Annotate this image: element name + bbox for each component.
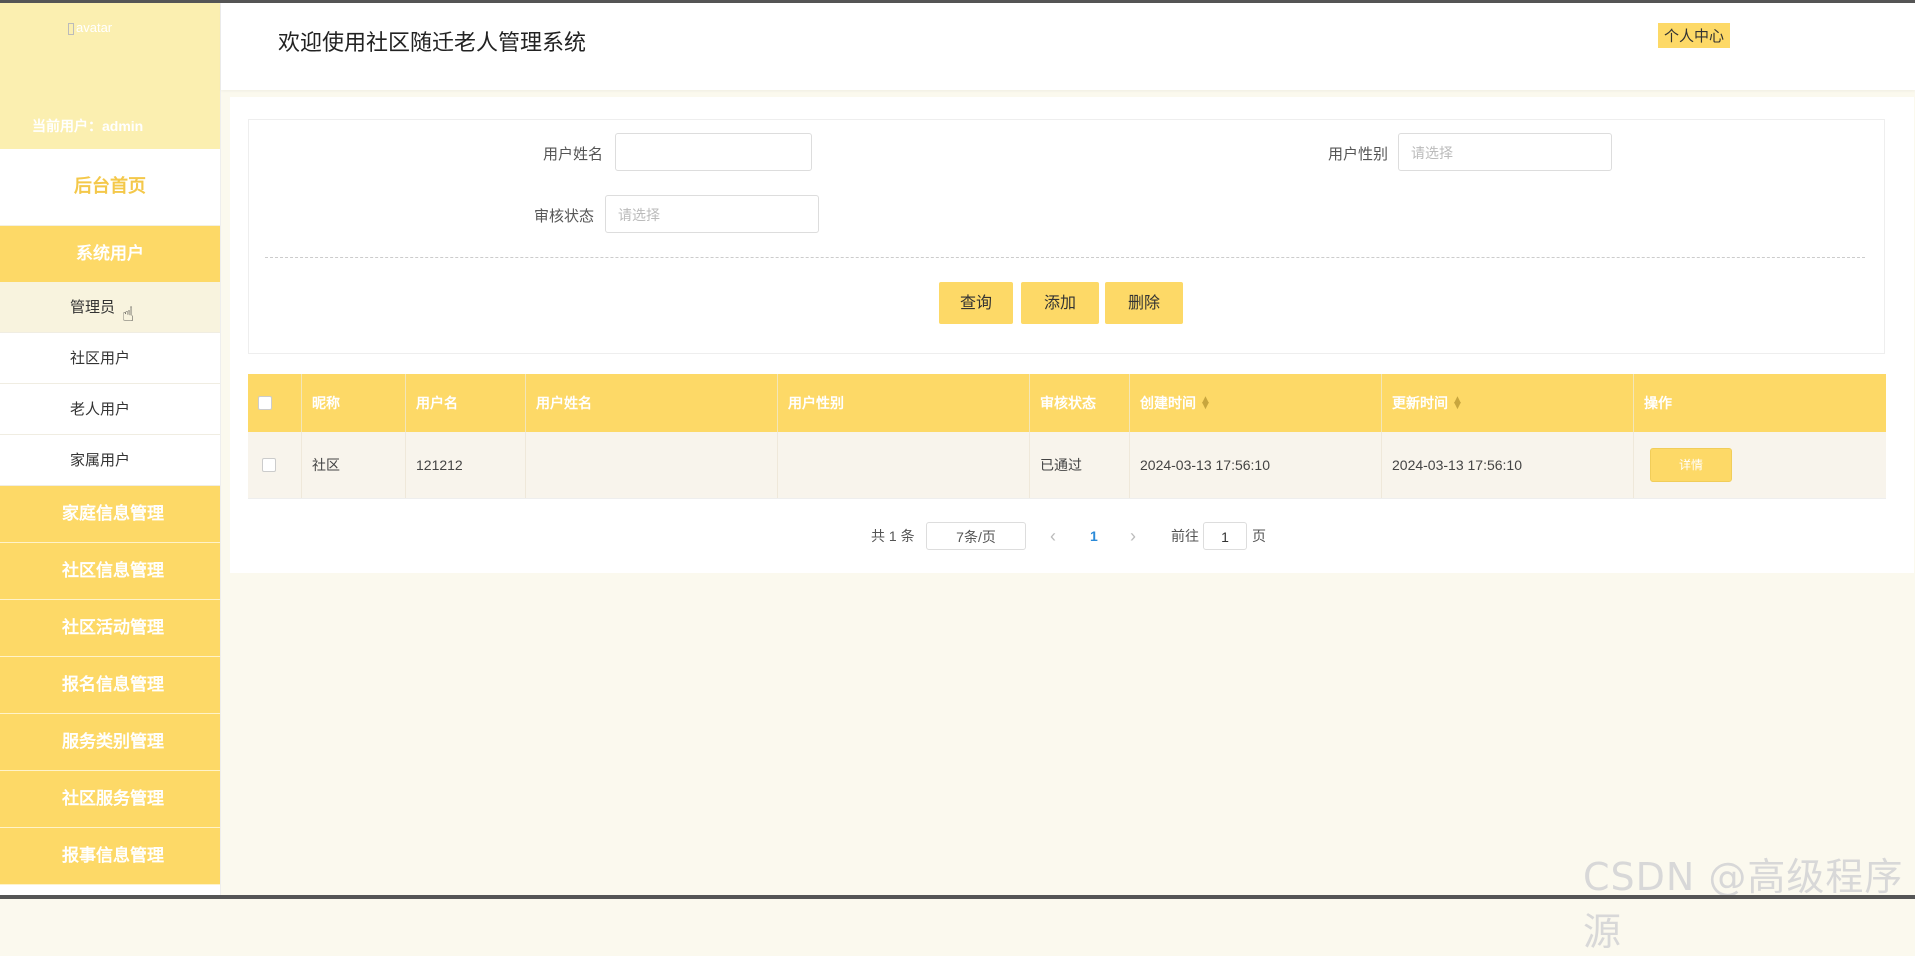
sidebar-item-registration-info[interactable]: 报名信息管理: [0, 657, 220, 714]
pagination: 共 1 条 7条/页 ‹ 1 › 前往 1 页: [230, 522, 1914, 552]
cell-gender: [778, 432, 1030, 498]
goto-page-input[interactable]: 1: [1203, 522, 1247, 550]
total-count: 共 1 条: [871, 528, 915, 544]
watermark: CSDN @高级程序源: [1583, 855, 1904, 954]
add-button[interactable]: 添加: [1021, 282, 1099, 324]
header-updated[interactable]: 更新时间 ▲ ▼: [1382, 374, 1634, 432]
sidebar-item-community-activities[interactable]: 社区活动管理: [0, 600, 220, 657]
window-bottom-border: [0, 895, 1915, 899]
sidebar-header: avatar 当前用户：admin: [0, 3, 220, 149]
header-action: 操作: [1644, 396, 1672, 412]
sidebar-subitem-family-users[interactable]: 家属用户: [0, 435, 220, 486]
cell-nickname: 社区: [302, 432, 406, 498]
sort-icon[interactable]: ▲ ▼: [1454, 396, 1461, 411]
cell-action: 详情: [1634, 432, 1886, 498]
table-header: 昵称 用户名 用户姓名 用户性别 审核状态 创建时间 ▲ ▼ 更新时间 ▲ ▼ 操作: [248, 374, 1886, 432]
header-created-label: 创建时间: [1140, 396, 1196, 412]
broken-image-icon: [68, 22, 74, 35]
status-select[interactable]: 请选择: [605, 195, 819, 233]
user-center-button[interactable]: 个人中心: [1658, 23, 1731, 48]
avatar-alt-text: avatar: [76, 20, 113, 35]
users-table: 昵称 用户名 用户姓名 用户性别 审核状态 创建时间 ▲ ▼ 更新时间 ▲ ▼ 操作 社…: [248, 374, 1886, 499]
sidebar-subitem-community-users[interactable]: 社区用户: [0, 333, 220, 384]
header-status[interactable]: 审核状态: [1030, 374, 1130, 432]
cell-username: 121212: [406, 432, 526, 498]
sidebar-item-family-info[interactable]: 家庭信息管理: [0, 486, 220, 543]
sidebar-subitem-elderly-users[interactable]: 老人用户: [0, 384, 220, 435]
sidebar-subitem-admin[interactable]: 管理员: [0, 282, 220, 333]
row-select-cell: [248, 432, 302, 498]
prev-page-icon[interactable]: ‹: [1050, 522, 1056, 550]
select-all-cell: [248, 374, 302, 432]
header-username[interactable]: 用户名: [406, 374, 526, 432]
sidebar-item-community-info[interactable]: 社区信息管理: [0, 543, 220, 600]
table-row: 社区 121212 已通过 2024-03-13 17:56:10 2024-0…: [248, 432, 1886, 499]
header-realname[interactable]: 用户姓名: [526, 374, 778, 432]
avatar: avatar: [68, 20, 112, 35]
name-label: 用户姓名: [543, 145, 604, 163]
hand-cursor-icon: ☝: [122, 302, 135, 326]
cell-status: 已通过: [1030, 432, 1130, 498]
header-nickname[interactable]: 昵称: [302, 374, 406, 432]
current-user-label: 当前用户：admin: [32, 118, 144, 134]
header-created[interactable]: 创建时间 ▲ ▼: [1130, 374, 1382, 432]
divider: [265, 257, 1865, 258]
gender-label: 用户性别: [1328, 145, 1389, 163]
cell-created: 2024-03-13 17:56:10: [1130, 432, 1382, 498]
gender-select[interactable]: 请选择: [1398, 133, 1612, 171]
page-title: 欢迎使用社区随迁老人管理系统: [278, 31, 587, 56]
top-header: 欢迎使用社区随迁老人管理系统 个人中心: [221, 3, 1915, 90]
detail-button[interactable]: 详情: [1650, 448, 1732, 482]
status-label: 审核状态: [534, 207, 595, 225]
page-size-select[interactable]: 7条/页: [926, 522, 1026, 550]
search-panel: 用户姓名 用户性别 请选择 审核状态 请选择 查询 添加 删除: [248, 119, 1885, 354]
select-all-checkbox[interactable]: [258, 396, 272, 410]
header-gender[interactable]: 用户性别: [778, 374, 1030, 432]
query-button[interactable]: 查询: [939, 282, 1013, 324]
next-page-icon[interactable]: ›: [1130, 522, 1136, 550]
name-input[interactable]: [615, 133, 812, 171]
delete-button[interactable]: 删除: [1105, 282, 1183, 324]
sidebar-group-system-users[interactable]: 系统用户: [0, 226, 220, 282]
header-updated-label: 更新时间: [1392, 396, 1448, 412]
sidebar-item-incident-reports[interactable]: 报事信息管理: [0, 828, 220, 885]
sidebar-item-home[interactable]: 后台首页: [0, 149, 220, 226]
goto-label: 前往: [1171, 528, 1199, 544]
cell-updated: 2024-03-13 17:56:10: [1382, 432, 1634, 498]
sidebar-item-community-services[interactable]: 社区服务管理: [0, 771, 220, 828]
sidebar-item-service-categories[interactable]: 服务类别管理: [0, 714, 220, 771]
main-content: 用户姓名 用户性别 请选择 审核状态 请选择 查询 添加 删除 昵称 用户名 用…: [230, 97, 1914, 573]
row-checkbox[interactable]: [262, 458, 276, 472]
page-number-current[interactable]: 1: [1090, 522, 1098, 550]
page-suffix: 页: [1252, 528, 1266, 544]
sort-icon[interactable]: ▲ ▼: [1202, 396, 1209, 411]
cell-realname: [526, 432, 778, 498]
sidebar: avatar 当前用户：admin 后台首页 系统用户 管理员 社区用户 老人用…: [0, 3, 221, 895]
